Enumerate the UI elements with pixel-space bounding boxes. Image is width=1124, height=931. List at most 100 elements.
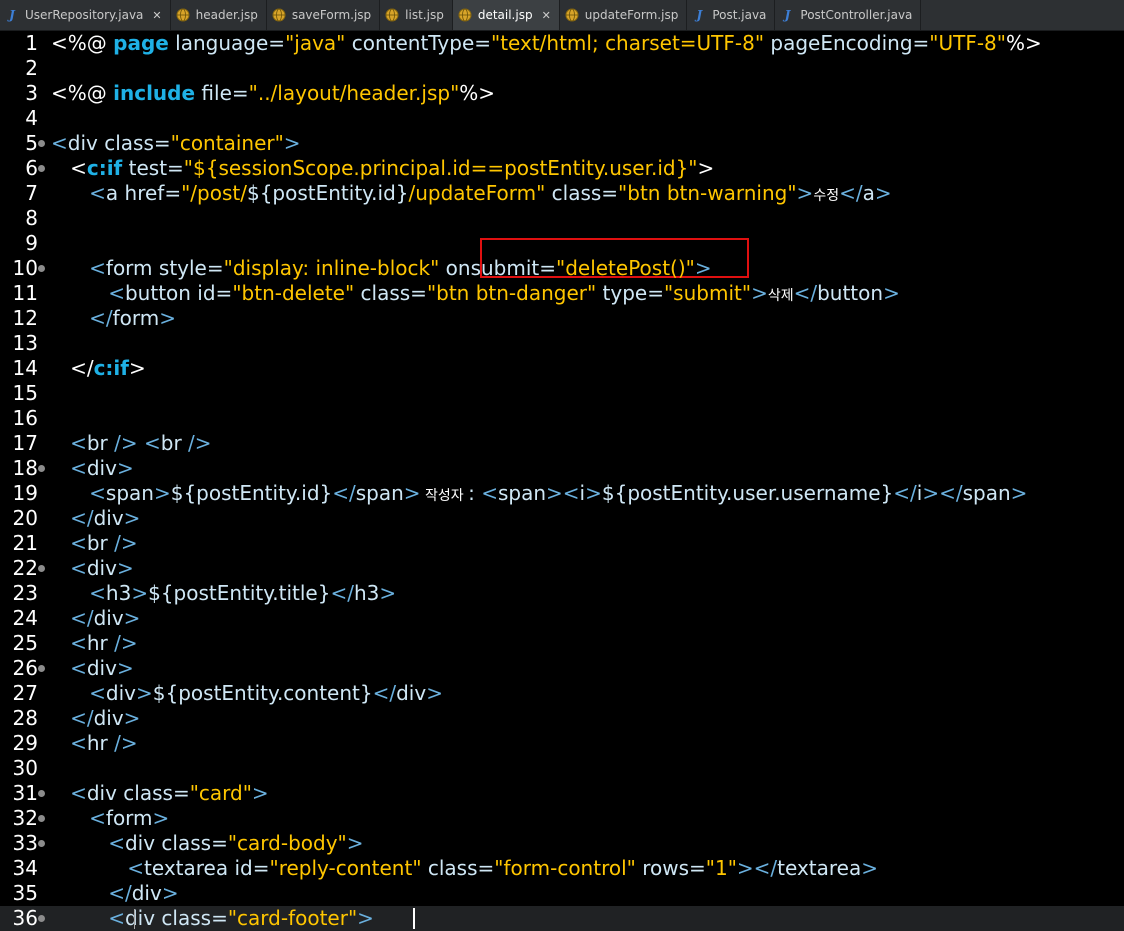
code-line[interactable]: 28 </div> [0, 706, 1124, 731]
code-token: class= [116, 781, 190, 805]
code-token: < [51, 531, 87, 555]
jsp-icon [564, 7, 580, 23]
code-line[interactable]: 14 </c:if> [0, 356, 1124, 381]
code-line[interactable]: 3 <%@ include file="../layout/header.jsp"… [0, 81, 1124, 106]
code-line[interactable]: 32 <form> [0, 806, 1124, 831]
code-line[interactable]: 13 [0, 331, 1124, 356]
code-line[interactable]: 31 <div class="card"> [0, 781, 1124, 806]
code-token: inline-block [315, 256, 431, 280]
code-token: </ [51, 606, 94, 630]
code-line[interactable]: 29 <hr /> [0, 731, 1124, 756]
code-line[interactable]: 23 <h3>${postEntity.title}</h3> [0, 581, 1124, 606]
code-line[interactable]: 19 <span>${postEntity.id}</span> 작성자 : <… [0, 481, 1124, 506]
code-token: > [585, 481, 602, 505]
code-token: < [51, 656, 87, 680]
code-token: < [51, 831, 125, 855]
tab-updateform-jsp[interactable]: updateForm.jsp [560, 0, 688, 30]
code-token: < [51, 181, 106, 205]
fold-toggle-icon[interactable] [38, 565, 45, 572]
code-token: > [694, 256, 712, 280]
fold-toggle-icon[interactable] [38, 915, 45, 922]
code-token: > [136, 681, 153, 705]
code-token: ${postEntity.user.username} [601, 481, 894, 505]
tab-post-java[interactable]: J Post.java [687, 0, 776, 30]
line-number: 34 [12, 856, 38, 880]
code-line[interactable]: 22 <div> [0, 556, 1124, 581]
code-line[interactable]: 36 <div class="card-footer"> [0, 906, 1124, 931]
code-line[interactable]: 9 [0, 231, 1124, 256]
code-line[interactable]: 25 <hr /> [0, 631, 1124, 656]
code-token: class= [354, 281, 427, 305]
code-line[interactable]: 8 [0, 206, 1124, 231]
code-line[interactable]: 33 <div class="card-body"> [0, 831, 1124, 856]
fold-toggle-icon[interactable] [38, 815, 45, 822]
code-line[interactable]: 7 <a href="/post/${postEntity.id}/update… [0, 181, 1124, 206]
code-line[interactable]: 15 [0, 381, 1124, 406]
code-line[interactable]: 30 [0, 756, 1124, 781]
line-number: 26 [12, 656, 38, 680]
fold-toggle-icon[interactable] [38, 140, 45, 147]
code-line[interactable]: 2 [0, 56, 1124, 81]
code-text: <span>${postEntity.id}</span> 작성자 : <spa… [51, 481, 1027, 509]
code-line[interactable]: 1 <%@ page language="java" contentType="t… [0, 31, 1124, 56]
code-text: <div class="container"> [51, 131, 301, 156]
java-icon: J [784, 8, 791, 22]
code-line[interactable]: 35 </div> [0, 881, 1124, 906]
code-token: </ [51, 706, 94, 730]
code-token: "${sessionScope.principal.id==postEntity… [183, 156, 698, 180]
code-token: hr [86, 731, 115, 755]
code-line[interactable]: 20 </div> [0, 506, 1124, 531]
tab-userrepository-java[interactable]: J UserRepository.java ✕ [0, 0, 171, 30]
code-token: < [562, 481, 580, 505]
line-number: 32 [12, 806, 38, 830]
code-token: "reply-content" [269, 856, 422, 880]
fold-toggle-icon[interactable] [38, 465, 45, 472]
code-line[interactable]: 21 <br /> [0, 531, 1124, 556]
code-token: > [1010, 481, 1028, 505]
code-line[interactable]: 26 <div> [0, 656, 1124, 681]
fold-toggle-icon[interactable] [38, 165, 45, 172]
code-line[interactable]: 5 <div class="container"> [0, 131, 1124, 156]
code-token: < [51, 581, 106, 605]
tab-postcontroller-java[interactable]: J PostController.java [775, 0, 922, 30]
code-line[interactable]: 16 [0, 406, 1124, 431]
code-token: contentType= [345, 31, 491, 55]
close-icon[interactable]: ✕ [542, 9, 551, 22]
code-line[interactable]: 27 <div>${postEntity.content}</div> [0, 681, 1124, 706]
line-number: 13 [12, 331, 38, 355]
tab-detail-jsp[interactable]: detail.jsp ✕ [452, 0, 560, 30]
fold-toggle-icon[interactable] [38, 665, 45, 672]
code-token: </ [51, 306, 113, 330]
fold-toggle-icon[interactable] [38, 265, 45, 272]
code-token: page [113, 31, 169, 55]
code-text: <textarea id="reply-content" class="form… [51, 856, 878, 881]
code-line[interactable]: 11 <button id="btn-delete" class="btn bt… [0, 281, 1124, 306]
tab-saveform-jsp[interactable]: saveForm.jsp [267, 0, 381, 30]
code-line[interactable]: 4 [0, 106, 1124, 131]
fold-toggle-icon[interactable] [38, 840, 45, 847]
code-token: span [962, 481, 1011, 505]
code-token: "UTF-8" [929, 31, 1006, 55]
code-line[interactable]: 17 <br /> <br /> [0, 431, 1124, 456]
code-line[interactable]: 34 <textarea id="reply-content" class="f… [0, 856, 1124, 881]
tab-header-jsp[interactable]: header.jsp [171, 0, 267, 30]
code-token: > [736, 856, 754, 880]
code-token: < [51, 156, 87, 180]
tab-list-jsp[interactable]: list.jsp [380, 0, 453, 30]
jsp-icon [457, 7, 473, 23]
line-number: 35 [12, 881, 38, 905]
code-line[interactable]: 12 </form> [0, 306, 1124, 331]
line-number: 10 [12, 256, 38, 280]
code-line[interactable]: 24 </div> [0, 606, 1124, 631]
close-icon[interactable]: ✕ [152, 9, 161, 22]
code-token: > [697, 156, 715, 180]
java-icon: J [9, 8, 15, 22]
fold-toggle-icon[interactable] [38, 790, 45, 797]
code-line[interactable]: 18 <div> [0, 456, 1124, 481]
code-line[interactable]: 10 <form style="display: inline-block" o… [0, 256, 1124, 281]
code-editor[interactable]: 1 <%@ page language="java" contentType="t… [0, 31, 1124, 931]
code-token: br [160, 431, 189, 455]
tab-label: UserRepository.java [25, 8, 144, 22]
code-token: > [131, 581, 149, 605]
code-line[interactable]: 6 <c:if test="${sessionScope.principal.i… [0, 156, 1124, 181]
